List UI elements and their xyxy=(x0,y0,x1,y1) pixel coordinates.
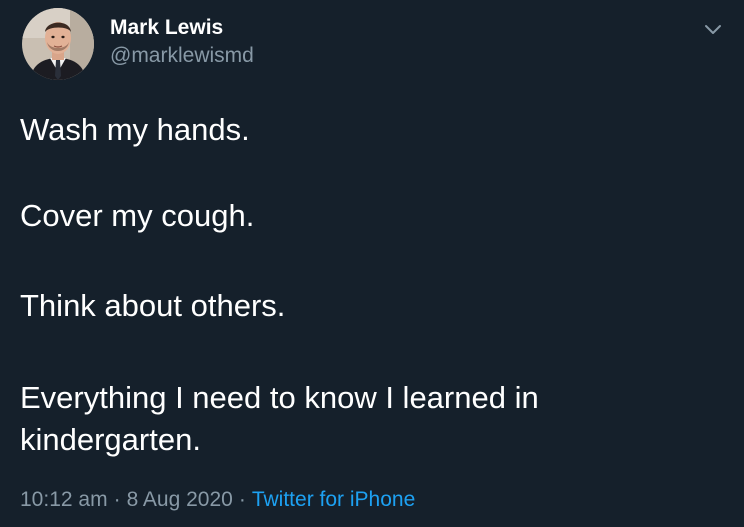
tweet-line: Everything I need to know I learned in xyxy=(20,380,539,415)
tweet-time[interactable]: 10:12 am xyxy=(20,488,108,511)
tweet-line: Wash my hands. xyxy=(20,112,250,147)
display-name[interactable]: Mark Lewis xyxy=(110,14,510,42)
profile-photo-icon xyxy=(22,8,94,80)
tweet-line: Cover my cough. xyxy=(20,198,255,233)
tweet-line: kindergarten. xyxy=(20,422,201,457)
tweet-card: Mark Lewis @marklewismd Wash my hands. C… xyxy=(0,0,744,527)
avatar[interactable] xyxy=(22,8,94,80)
tweet-date[interactable]: 8 Aug 2020 xyxy=(127,488,233,511)
tweet-menu-button[interactable] xyxy=(696,12,730,46)
tweet-source-link[interactable]: Twitter for iPhone xyxy=(252,488,415,511)
meta-separator: · xyxy=(238,488,246,511)
chevron-down-icon xyxy=(705,25,721,34)
user-handle[interactable]: @marklewismd xyxy=(110,42,510,70)
tweet-metadata: 10:12 am · 8 Aug 2020 · Twitter for iPhone xyxy=(20,486,415,514)
tweet-line: Think about others. xyxy=(20,288,286,323)
meta-separator: · xyxy=(113,488,121,511)
user-info: Mark Lewis @marklewismd xyxy=(110,14,510,70)
